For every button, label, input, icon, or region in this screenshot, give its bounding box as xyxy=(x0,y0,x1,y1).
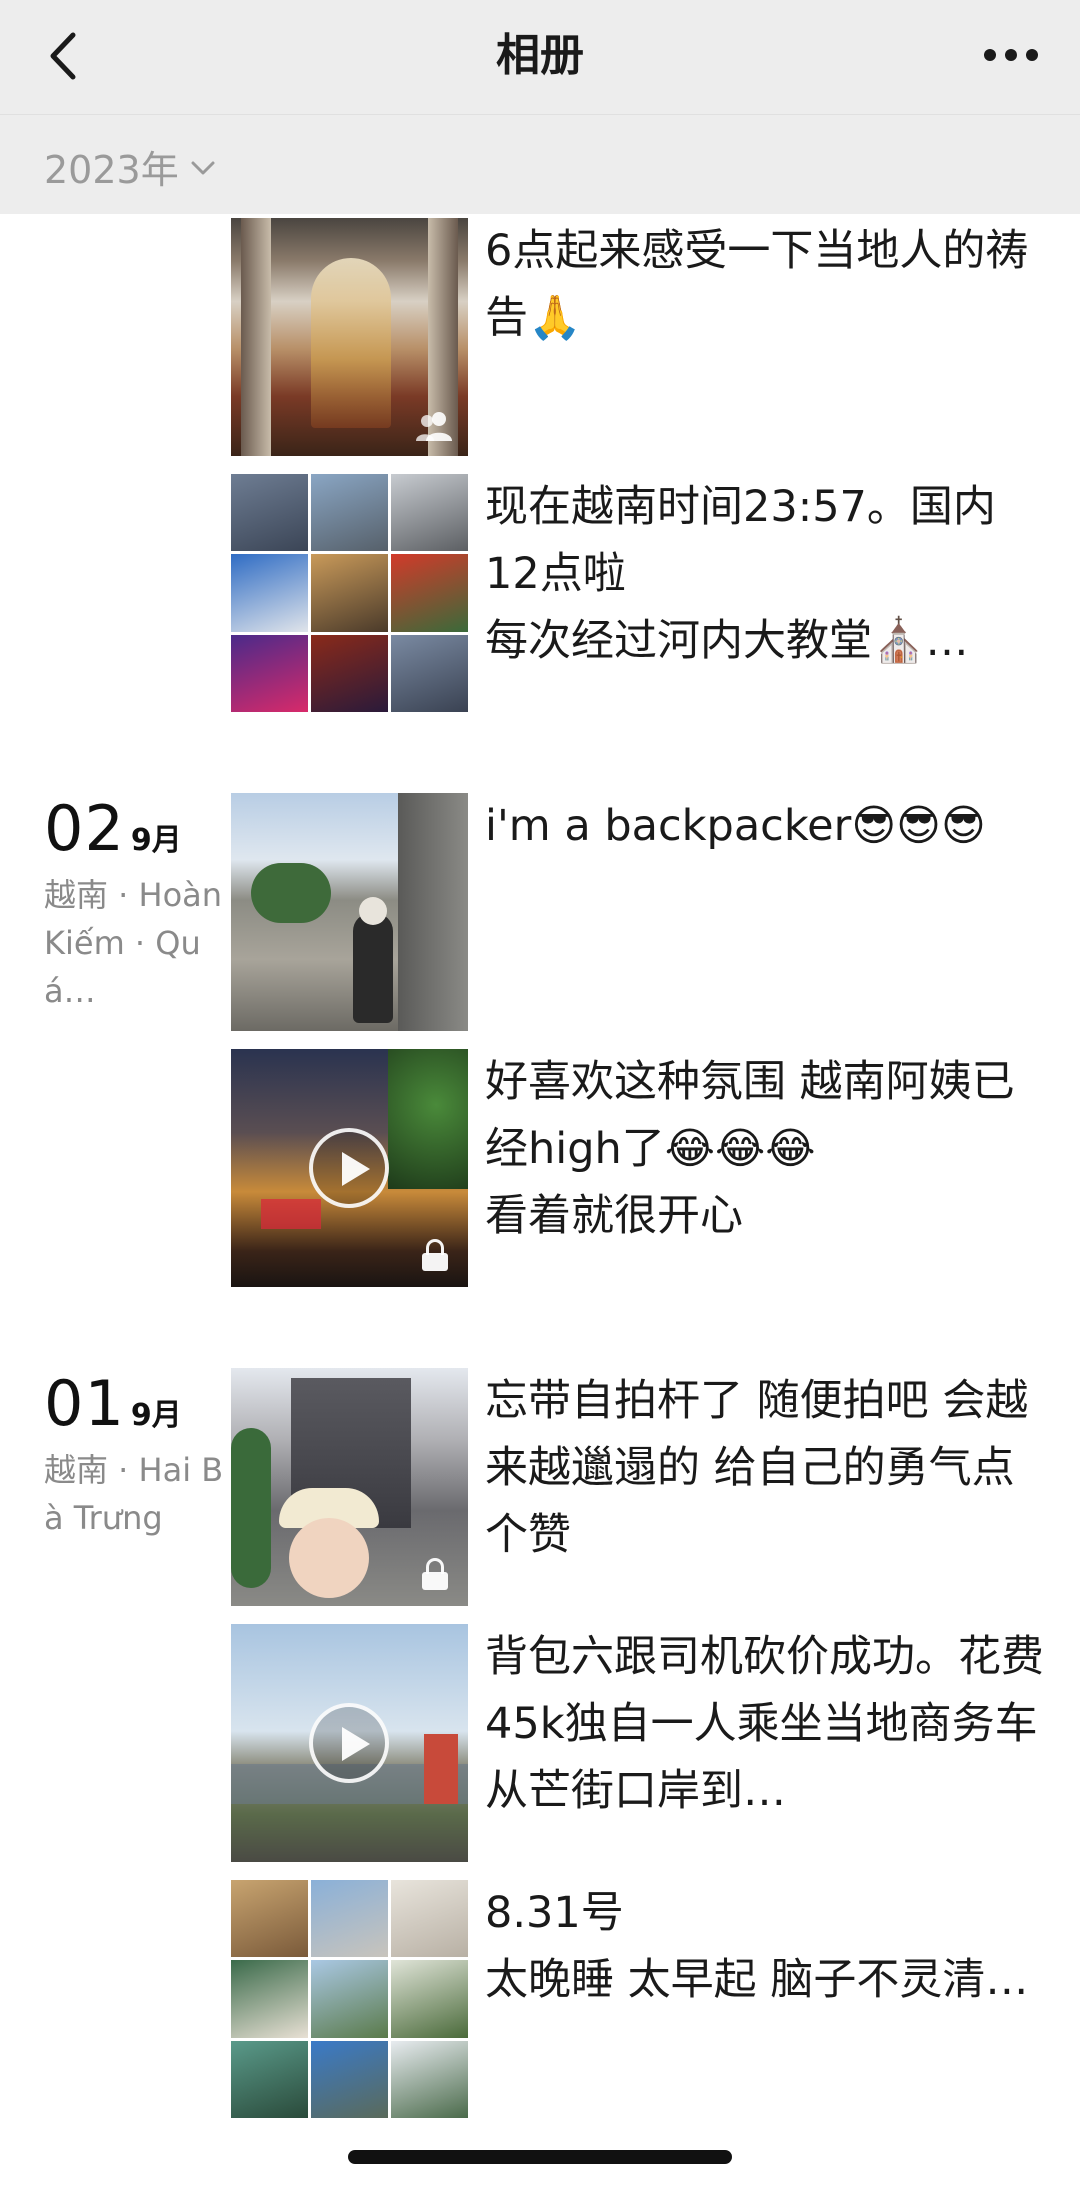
post-location: 越南 · Hoàn Kiếm · Quá… xyxy=(44,876,223,1010)
post-photo-street[interactable] xyxy=(231,793,468,1031)
year-selector[interactable]: 2023年 xyxy=(44,139,215,193)
post-caption: 忘带自拍杆了 随便拍吧 会越来越邋遢的 给自己的勇气点个赞 xyxy=(485,1376,1029,1560)
chevron-left-icon xyxy=(50,32,76,80)
date-header: 02 9月 越南 · Hoàn Kiếm · Quá… xyxy=(44,792,224,1015)
post-caption: i'm a backpacker😎😎😎 xyxy=(485,801,986,851)
post-photo-grid[interactable] xyxy=(231,1880,468,2118)
post-caption: 好喜欢这种氛围 越南阿姨已经high了😂😂😂 看着就很开心 xyxy=(485,1057,1015,1241)
play-icon[interactable] xyxy=(309,1128,389,1208)
grid-photo xyxy=(231,1880,308,1958)
grid-photo xyxy=(311,634,388,712)
post-photo-selfie-cathedral[interactable] xyxy=(231,1368,468,1606)
year-filter-bar: 2023年 xyxy=(0,114,1080,214)
grid-photo xyxy=(311,2040,388,2118)
grid-photo xyxy=(391,634,468,712)
more-button[interactable] xyxy=(976,30,1046,80)
post-item[interactable]: 现在越南时间23:57。国内12点啦 每次经过河内大教堂⛪… xyxy=(231,474,1031,712)
date-header: 01 9月 越南 · Hai Bà Trưng xyxy=(44,1367,224,1542)
post-photo-grid[interactable] xyxy=(231,474,468,712)
post-caption: 背包六跟司机砍价成功。花费45k独自一人乘坐当地商务车从芒街口岸到… xyxy=(485,1632,1044,1816)
post-item[interactable]: 6点起来感受一下当地人的祷告🙏 xyxy=(231,218,1031,456)
post-caption: 8.31号 太晚睡 太早起 脑子不灵清… xyxy=(485,1888,1029,2005)
date-month: 9月 xyxy=(130,823,182,858)
grid-photo xyxy=(311,1880,388,1958)
people-icon xyxy=(416,412,452,441)
grid-photo xyxy=(391,2040,468,2118)
post-location: 越南 · Hai Bà Trưng xyxy=(44,1451,224,1537)
grid-photo xyxy=(391,1880,468,1958)
album-feed[interactable]: 6点起来感受一下当地人的祷告🙏 现在越南时间23:57。国内12点啦 每次经过河… xyxy=(0,214,1080,2187)
post-item[interactable]: 忘带自拍杆了 随便拍吧 会越来越邋遢的 给自己的勇气点个赞 xyxy=(231,1368,1031,1606)
grid-photo xyxy=(391,554,468,632)
top-nav-bar: 相册 xyxy=(0,0,1080,114)
lock-icon xyxy=(422,1239,448,1271)
grid-photo xyxy=(231,554,308,632)
date-day: 02 xyxy=(44,792,125,865)
post-item[interactable]: 8.31号 太晚睡 太早起 脑子不灵清… xyxy=(231,1880,1031,2118)
grid-photo xyxy=(231,474,308,552)
chevron-down-icon xyxy=(191,161,215,175)
grid-photo xyxy=(231,2040,308,2118)
post-item[interactable]: 背包六跟司机砍价成功。花费45k独自一人乘坐当地商务车从芒街口岸到… xyxy=(231,1624,1044,1862)
post-caption: 现在越南时间23:57。国内12点啦 每次经过河内大教堂⛪… xyxy=(485,482,996,666)
post-photo-cathedral-interior[interactable] xyxy=(231,218,468,456)
grid-photo xyxy=(391,1960,468,2038)
post-item[interactable]: 好喜欢这种氛围 越南阿姨已经high了😂😂😂 看着就很开心 xyxy=(231,1049,1031,1287)
post-item[interactable]: i'm a backpacker😎😎😎 xyxy=(231,793,1031,1031)
grid-photo xyxy=(231,1960,308,2038)
back-button[interactable] xyxy=(38,24,86,88)
grid-photo xyxy=(311,1960,388,2038)
post-video-night-street[interactable] xyxy=(231,1049,468,1287)
page-title: 相册 xyxy=(496,30,584,81)
grid-photo xyxy=(311,474,388,552)
home-indicator[interactable] xyxy=(348,2150,732,2164)
play-icon[interactable] xyxy=(309,1703,389,1783)
post-caption: 6点起来感受一下当地人的祷告🙏 xyxy=(485,226,1029,343)
post-video-city[interactable] xyxy=(231,1624,468,1862)
date-month: 9月 xyxy=(130,1398,182,1433)
year-label: 2023年 xyxy=(44,147,179,192)
grid-photo xyxy=(311,554,388,632)
grid-photo xyxy=(231,634,308,712)
lock-icon xyxy=(422,1558,448,1590)
more-dots-icon xyxy=(984,49,1038,61)
date-day: 01 xyxy=(44,1367,125,1440)
grid-photo xyxy=(391,474,468,552)
